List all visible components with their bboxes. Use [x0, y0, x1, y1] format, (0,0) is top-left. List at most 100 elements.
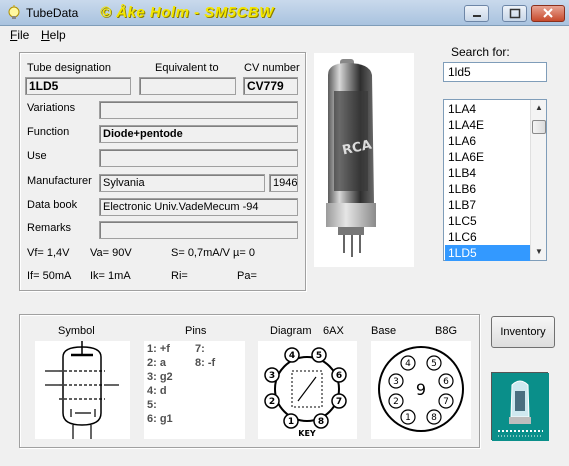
maximize-icon [509, 8, 521, 19]
equivalent-field[interactable] [139, 77, 236, 95]
menu-help[interactable]: Help [41, 28, 66, 42]
variations-label: Variations [27, 102, 76, 114]
param-vf: Vf= 1,4V [27, 247, 70, 259]
list-item[interactable]: 1LB7 [445, 197, 530, 213]
menu-file[interactable]: File [10, 28, 29, 42]
svg-text:4: 4 [289, 351, 295, 361]
svg-text:6: 6 [443, 377, 449, 387]
scroll-thumb[interactable] [532, 120, 546, 134]
pins-label: Pins [185, 325, 207, 337]
list-item[interactable]: 1LC5 [445, 213, 530, 229]
list-item-selected[interactable]: 1LD5 [445, 245, 530, 261]
diagram-panel: 4 5 3 6 2 7 1 8 KEY [258, 341, 357, 439]
pin-entry: 7: [195, 343, 205, 355]
window-title: TubeData [26, 6, 79, 20]
svg-text:3: 3 [393, 377, 399, 387]
diagram-code: 6AX [323, 325, 344, 337]
svg-text:9: 9 [416, 380, 426, 399]
tube-photo-image: RCA [326, 59, 376, 257]
cv-number-label: CV number [244, 62, 300, 74]
year-field[interactable]: 1946 [269, 174, 298, 192]
maximize-button[interactable] [502, 5, 527, 22]
databook-label: Data book [27, 199, 78, 211]
param-s: S= 0,7mA/V [171, 247, 231, 259]
pin-entry: 8: -f [195, 357, 216, 369]
svg-text:1: 1 [288, 417, 294, 427]
param-pa: Pa= [237, 270, 257, 282]
manufacturer-field[interactable]: Sylvania [99, 174, 265, 192]
equivalent-label: Equivalent to [155, 62, 219, 74]
svg-text:8: 8 [318, 417, 324, 427]
key-label: KEY [298, 429, 316, 438]
pin-diagram-icon: 4 5 3 6 2 7 1 8 KEY [264, 347, 347, 438]
svg-text:7: 7 [336, 397, 342, 407]
svg-text:5: 5 [431, 359, 437, 369]
base-code: B8G [435, 325, 458, 337]
minimize-icon [473, 15, 481, 17]
svg-text:7: 7 [443, 397, 449, 407]
svg-text:8: 8 [431, 413, 437, 423]
pin-entry: 3: g2 [147, 371, 173, 383]
remarks-field[interactable] [99, 221, 298, 239]
scroll-up-arrow-icon[interactable]: ▲ [531, 100, 547, 116]
variations-field[interactable] [99, 101, 298, 119]
search-label: Search for: [451, 45, 510, 59]
list-item[interactable]: 1LA6 [445, 133, 530, 149]
lightbulb-icon [8, 5, 20, 19]
app-logo [491, 372, 549, 441]
close-button[interactable] [531, 5, 565, 22]
svg-text:4: 4 [405, 359, 411, 369]
copyright-banner: © Åke Holm - SM5CBW [100, 4, 274, 21]
list-item[interactable]: 1LA4E [445, 117, 530, 133]
use-field[interactable] [99, 149, 298, 167]
menu-help-mnemonic: H [41, 28, 50, 42]
cv-number-field[interactable]: CV779 [243, 77, 298, 95]
svg-text:3: 3 [269, 371, 275, 381]
svg-text:6: 6 [336, 371, 342, 381]
databook-field[interactable]: Electronic Univ.VadeMecum -94 [99, 198, 298, 216]
diagram-label: Diagram [270, 325, 312, 337]
pin-entry: 6: g1 [147, 413, 173, 425]
list-item[interactable]: 1LC6 [445, 229, 530, 245]
menu-file-rest: ile [17, 28, 30, 42]
base-label: Base [371, 325, 397, 337]
inventory-button[interactable]: Inventory [491, 316, 555, 348]
scroll-down-arrow-icon[interactable]: ▼ [531, 244, 547, 260]
use-label: Use [27, 150, 47, 162]
minimize-button[interactable] [464, 5, 489, 22]
pin-entry: 5: [147, 399, 157, 411]
function-label: Function [27, 126, 70, 138]
search-input[interactable] [443, 62, 547, 82]
tube-logo-icon [492, 373, 549, 441]
list-scrollbar[interactable]: ▲ ▼ [530, 100, 546, 260]
list-item[interactable]: 1LB6 [445, 181, 530, 197]
svg-text:5: 5 [316, 351, 322, 361]
pin-entry: 2: a [147, 357, 166, 369]
list-item[interactable]: 1LB4 [445, 165, 530, 181]
pin-entry: 4: d [147, 385, 167, 397]
list-item[interactable]: 1LA6E [445, 149, 530, 165]
title-bar[interactable]: TubeData © Åke Holm - SM5CBW [0, 0, 569, 26]
tube-symbol-icon [45, 341, 119, 439]
close-icon [543, 8, 553, 18]
remarks-label: Remarks [27, 222, 72, 234]
menu-help-rest: elp [49, 28, 66, 42]
symbol-panel [35, 341, 130, 439]
svg-text:2: 2 [269, 397, 275, 407]
param-mu: µ= 0 [233, 247, 255, 259]
manufacturer-label: Manufacturer [27, 175, 92, 187]
param-if: If= 50mA [27, 270, 72, 282]
designation-field[interactable]: 1LD5 [25, 77, 131, 95]
param-va: Va= 90V [90, 247, 132, 259]
base-panel: 4 5 3 6 2 7 1 8 9 [371, 341, 471, 439]
svg-text:1: 1 [405, 413, 411, 423]
list-item[interactable]: 1LA4 [445, 101, 530, 117]
designation-label: Tube designation [27, 62, 111, 74]
param-ik: Ik= 1mA [90, 270, 131, 282]
param-ri: Ri= [171, 270, 188, 282]
menu-bar: File Help [0, 26, 569, 45]
svg-text:2: 2 [393, 397, 399, 407]
tube-photo: RCA [314, 53, 414, 267]
tube-listbox[interactable]: 1LA4 1LA4E 1LA6 1LA6E 1LB4 1LB6 1LB7 1LC… [443, 99, 547, 261]
function-field[interactable]: Diode+pentode [99, 125, 298, 143]
